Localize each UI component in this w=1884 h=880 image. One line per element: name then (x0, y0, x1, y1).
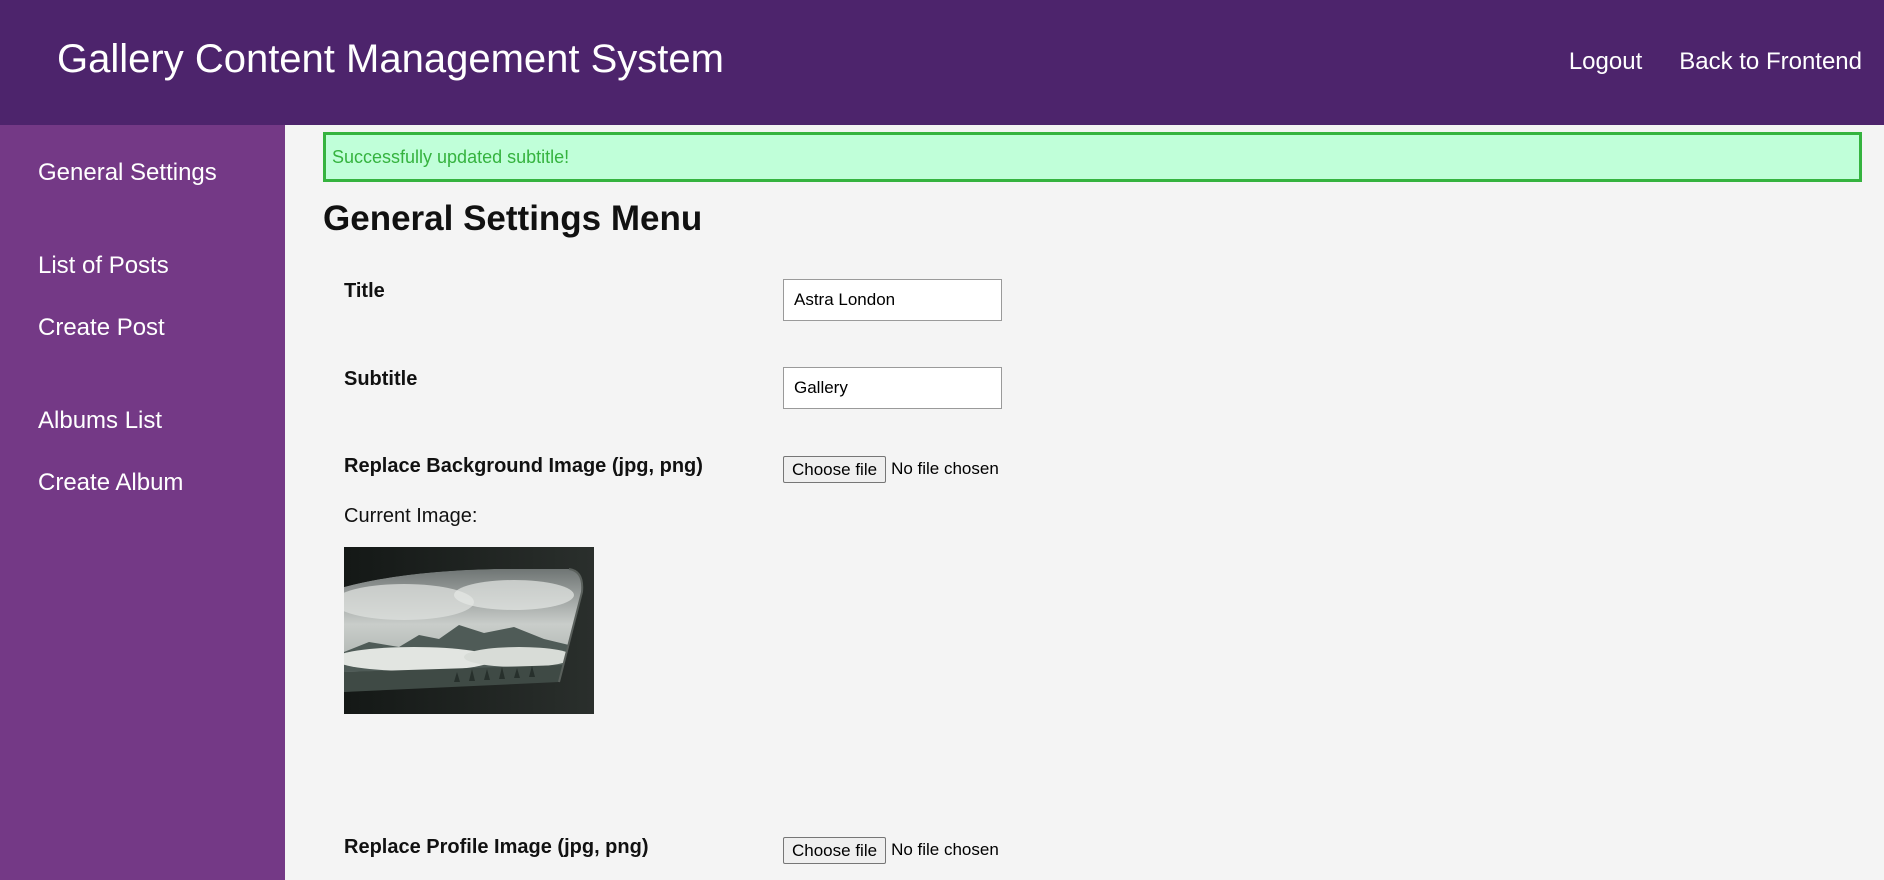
background-image-file-input[interactable]: Choose file No file chosen (783, 455, 999, 483)
sidebar-item-create-post[interactable]: Create Post (38, 313, 165, 343)
back-to-frontend-link[interactable]: Back to Frontend (1679, 46, 1862, 78)
success-alert: Successfully updated subtitle! (323, 132, 1862, 182)
title-input[interactable] (783, 279, 1002, 321)
main-content: Successfully updated subtitle! General S… (285, 125, 1884, 880)
background-choose-file-button[interactable]: Choose file (783, 455, 887, 483)
current-background-image (344, 547, 594, 714)
sidebar-item-albums-list[interactable]: Albums List (38, 406, 162, 436)
current-image-label: Current Image: (344, 505, 478, 527)
logout-link[interactable]: Logout (1569, 46, 1642, 78)
sidebar-item-create-album[interactable]: Create Album (38, 468, 183, 498)
page-title: General Settings Menu (323, 199, 703, 238)
top-navigation: Logout Back to Frontend (1569, 46, 1862, 78)
sidebar-item-general-settings[interactable]: General Settings (38, 158, 217, 188)
app-title: Gallery Content Management System (57, 37, 724, 81)
profile-image-file-input[interactable]: Choose file No file chosen (783, 836, 999, 864)
subtitle-label: Subtitle (344, 368, 418, 390)
top-header: Gallery Content Management System Logout… (0, 0, 1884, 125)
title-label: Title (344, 280, 385, 302)
sidebar: General Settings List of Posts Create Po… (0, 125, 285, 880)
profile-image-label: Replace Profile Image (jpg, png) (344, 836, 649, 858)
profile-choose-file-button[interactable]: Choose file (783, 836, 887, 864)
background-image-label: Replace Background Image (jpg, png) (344, 455, 703, 477)
background-file-status: No file chosen (891, 459, 999, 478)
profile-file-status: No file chosen (891, 840, 999, 859)
sidebar-item-list-of-posts[interactable]: List of Posts (38, 251, 169, 281)
subtitle-input[interactable] (783, 367, 1002, 409)
